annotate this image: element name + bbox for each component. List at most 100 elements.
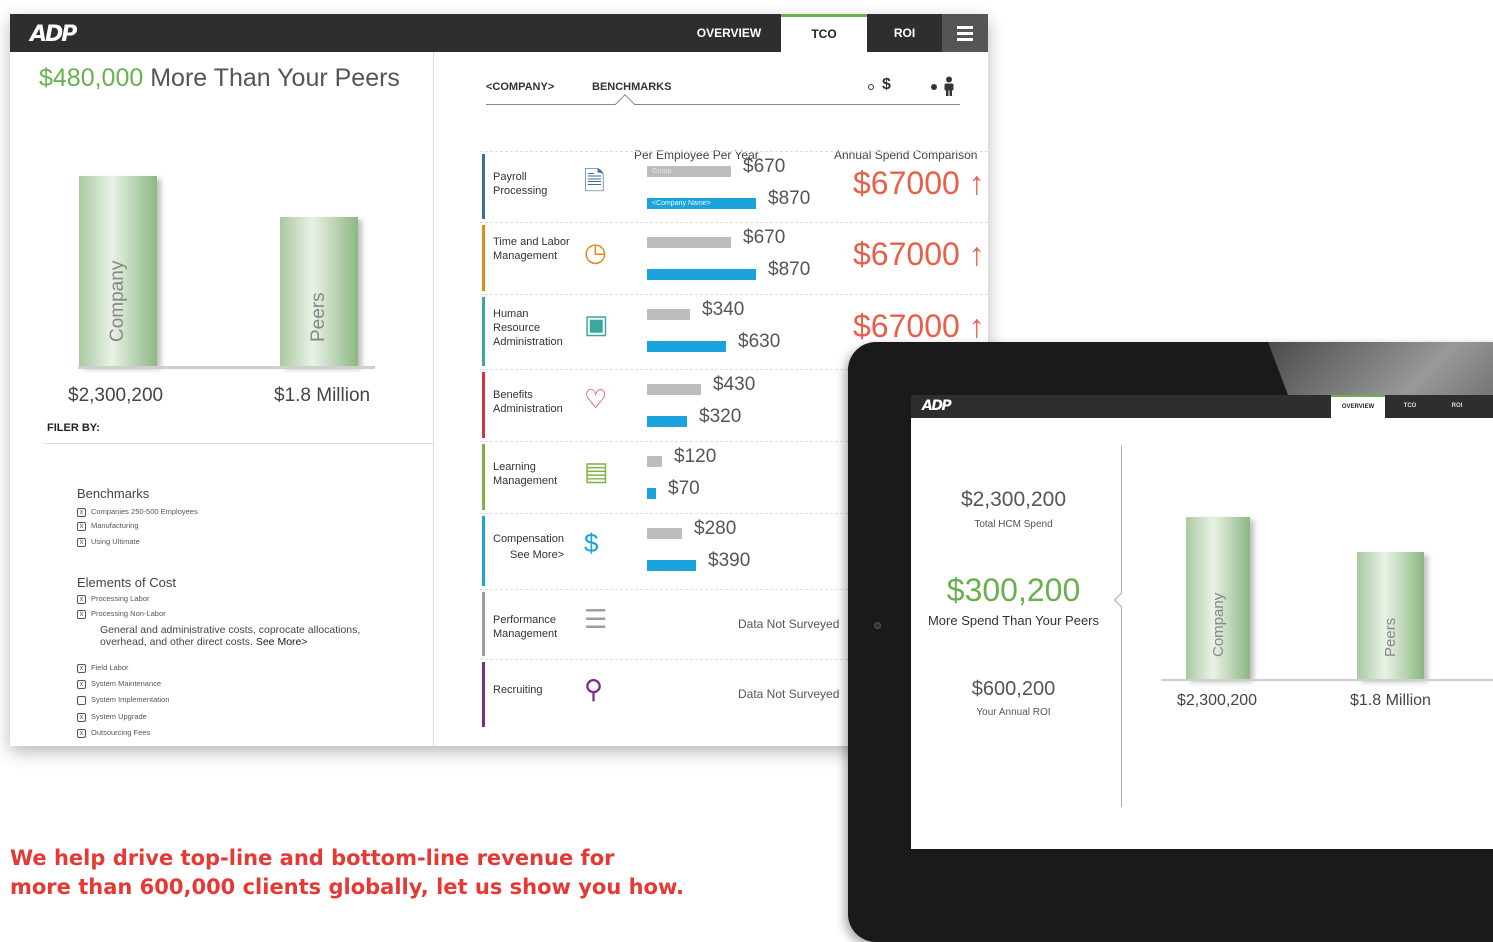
divider [45,443,434,444]
filter-title: FILER BY: [47,422,100,434]
filter-item-label: Field Labor [91,663,129,672]
divider-notch [1113,592,1129,608]
tab-overview[interactable]: OVERVIEW [678,14,780,52]
filter-item-label: Outsourcing Fees [91,728,151,737]
filter-checkbox[interactable]: x Using Ultimate [77,537,140,547]
row-accent [482,297,485,366]
annual-comparison-value: $67000 ↑ [853,308,985,344]
headline-text: More Than Your Peers [150,64,400,92]
company-value: $320 [699,406,742,427]
company-bar [647,416,687,427]
menu-button[interactable] [942,14,988,52]
group-value: $430 [713,374,756,395]
page-headline: $480,000 More Than Your Peers [39,64,400,93]
filter-checkbox[interactable]: x Companies 250-500 Employees [77,507,198,517]
filter-checkbox[interactable]: x System Upgrade [77,712,147,722]
filter-checkbox[interactable]: x System Maintenance [77,679,161,689]
row-accent [482,225,485,291]
chart-bar-label: Company [1210,592,1227,657]
see-more-link[interactable]: See More> [510,548,564,562]
filter-checkbox[interactable]: x Field Labor [77,663,129,673]
subtab-company[interactable]: <COMPANY> [486,81,554,93]
heart-icon: ♡ [584,384,608,414]
filter-item-label: System Upgrade [91,712,147,721]
recruiting-icon: ⚲ [584,674,604,704]
chart-value-label: $2,300,200 [68,385,164,406]
radio-per-person[interactable] [931,84,937,90]
group-bar [647,456,662,467]
benchmark-row[interactable]: Payroll Processing 🗎 Group $670 <Company Nam… [480,151,988,221]
row-accent [482,154,485,219]
checkbox-checked-icon: x [77,521,86,531]
vertical-divider [1121,446,1122,807]
filter-item-label: System Implementation [91,695,170,704]
group-bar [647,309,690,320]
filter-checkbox[interactable]: x Processing Non-Labor [77,609,166,619]
tab-tco[interactable]: TCO [781,14,867,52]
company-bar [647,341,726,352]
group-value: $280 [694,518,737,539]
subtab-benchmarks[interactable]: BENCHMARKS [592,81,671,93]
row-label: Human Resource Administration [493,308,563,348]
checkbox-checked-icon: x [77,537,86,547]
tab-tco[interactable]: TCO [1385,395,1435,418]
chart-baseline [1161,679,1493,681]
row-accent [482,444,485,510]
group-value: $670 [743,227,786,248]
company-value: $870 [768,259,811,280]
top-nav-bar: ADP OVERVIEW TCO ROI [10,14,988,52]
company-value: $390 [708,550,751,571]
group-bar-label: Group [652,168,672,175]
row-accent [482,372,485,438]
group-bar [647,384,701,395]
row-accent [482,662,485,727]
total-spend-value: $2,300,200 [960,488,1067,511]
chart-bar-label: Company [107,260,128,342]
filter-checkbox[interactable]: x Outsourcing Fees [77,728,150,738]
tab-roi[interactable]: ROI [867,14,942,52]
group-value: $670 [743,156,786,177]
camera-icon [874,622,881,629]
no-data-text: Data Not Surveyed [738,616,840,631]
clock-icon: ◷ [584,237,607,267]
group-bar: Group [647,166,731,177]
checkbox-checked-icon: x [77,712,86,722]
desktop-screenshot: ADP OVERVIEW TCO ROI $480,000 More Than … [10,14,988,746]
benchmark-row[interactable]: Time and Labor Management ◷ $670 $870 $67000… [480,222,988,293]
filter-checkbox[interactable]: System Implementation [77,695,169,705]
company-bar: <Company Name> [647,198,756,209]
cost-description: General and administrative costs, coproc… [100,624,400,648]
bar-chart-icon: ☰ [584,604,608,634]
filter-item-label: System Maintenance [91,679,162,688]
tagline-line-1: We help drive top-line and bottom-line r… [10,846,615,870]
no-data-text: Data Not Surveyed [738,687,840,701]
marketing-tagline: We help drive top-line and bottom-line r… [10,844,684,902]
chart-bar-label: Peers [308,292,329,342]
radio-currency[interactable] [868,84,874,90]
row-label: Performance Management [493,614,558,640]
hamburger-icon-line [957,32,973,35]
filter-checkbox[interactable]: x Processing Labor [77,594,149,604]
row-label: Learning Management [493,461,558,487]
tablet-nav-bar: ADP OVERVIEW TCO ROI [911,395,1493,418]
dollar-icon[interactable]: $ [882,76,891,94]
hamburger-icon-line [957,38,973,41]
chart-value-label: $1.8 Million [1350,692,1431,709]
tablet-device: ADP OVERVIEW TCO ROI $2,300,200 Total HC… [848,342,1493,942]
checkbox-checked-icon: x [77,728,86,738]
total-spend-label: Total HCM Spend [974,519,1053,530]
company-bar [647,560,696,571]
cash-icon: $ [584,528,599,558]
person-icon[interactable] [943,76,955,96]
checkbox-empty-icon [77,695,86,705]
filter-group-benchmarks: Benchmarks [77,486,150,501]
tab-roi[interactable]: ROI [1435,395,1479,418]
group-value: $340 [702,299,745,320]
company-bar [647,269,756,280]
peers-diff-label: More Spend Than Your Peers [927,613,1100,628]
tab-overview[interactable]: OVERVIEW [1331,395,1385,418]
filter-checkbox[interactable]: x Manufacturing [77,521,139,531]
company-value: $630 [738,331,781,352]
row-accent [482,516,485,586]
see-more-link[interactable]: See More> [256,636,308,648]
